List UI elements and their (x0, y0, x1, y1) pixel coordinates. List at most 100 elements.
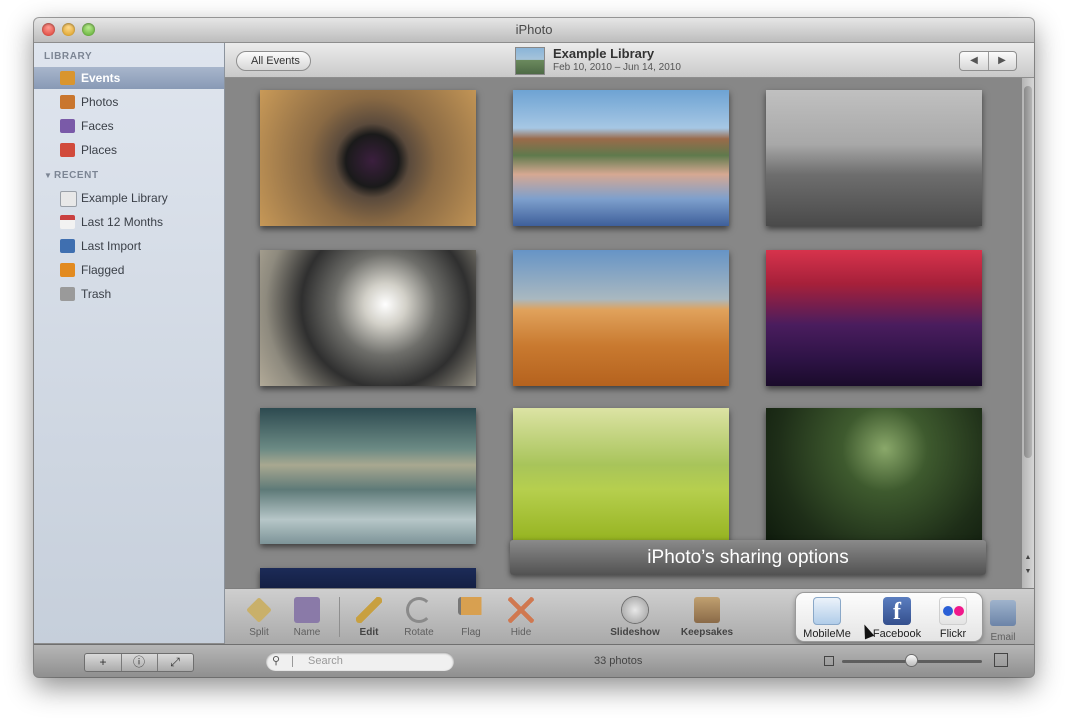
iphoto-window: iPhoto LIBRARY Events Photos Faces Place… (34, 18, 1034, 677)
scrollbar-thumb[interactable] (1024, 86, 1032, 458)
photo-thumbnail[interactable] (513, 250, 729, 386)
name-label: Name (293, 627, 321, 638)
zoom-large-icon (994, 653, 1008, 667)
info-button[interactable]: ⓘ (121, 654, 158, 671)
play-icon (622, 597, 648, 623)
sidebar: LIBRARY Events Photos Faces Places ▼ REC… (34, 43, 225, 643)
flickr-icon (939, 597, 967, 625)
fullscreen-button[interactable]: ⤢ (157, 654, 193, 671)
flickr-pink-dot (954, 606, 964, 616)
add-button[interactable]: + (85, 654, 122, 671)
hide-button[interactable]: Hide (497, 595, 545, 641)
source-actions-group: + ⓘ ⤢ (84, 653, 194, 672)
photo-thumbnail[interactable] (260, 408, 476, 544)
next-event-button[interactable]: ▶ (988, 52, 1016, 70)
email-button[interactable]: Email (986, 594, 1020, 643)
slideshow-label: Slideshow (610, 627, 660, 638)
flickr-blue-dot (943, 606, 953, 616)
search-placeholder: Search (308, 655, 343, 667)
sidebar-item-events[interactable]: Events (34, 67, 224, 89)
edit-label: Edit (359, 627, 379, 638)
sidebar-item-label: Last Import (81, 239, 142, 253)
photo-grid (225, 78, 1034, 588)
name-button[interactable]: Name (283, 595, 331, 641)
title-bar: iPhoto (34, 18, 1034, 43)
library-title: Example Library (553, 46, 655, 61)
split-button[interactable]: Split (235, 595, 283, 641)
events-icon (60, 71, 75, 85)
flag-button[interactable]: Flag (447, 595, 495, 641)
trash-icon (60, 287, 75, 301)
keepsakes-button[interactable]: Keepsakes (677, 595, 737, 641)
hide-icon (508, 597, 534, 623)
name-icon (294, 597, 320, 623)
zoom-small-icon (824, 656, 834, 666)
library-section-header: LIBRARY (44, 51, 93, 62)
mobileme-button[interactable]: MobileMe (798, 596, 856, 640)
rotate-button[interactable]: Rotate (395, 595, 443, 641)
flickr-label: Flickr (939, 628, 967, 640)
flickr-button[interactable]: Flickr (924, 596, 982, 640)
rotate-icon (406, 597, 432, 623)
recent-section-header: RECENT (54, 170, 99, 181)
flag-label: Flag (461, 627, 481, 638)
sidebar-item-label: Last 12 Months (81, 215, 164, 229)
rotate-label: Rotate (404, 627, 434, 638)
sidebar-item-label: Places (81, 143, 118, 157)
sidebar-item-flagged[interactable]: Flagged (34, 259, 224, 281)
email-label: Email (990, 632, 1016, 643)
photo-thumbnail[interactable] (513, 408, 729, 544)
slideshow-button[interactable]: Slideshow (605, 595, 665, 641)
sidebar-item-label: Events (81, 71, 121, 85)
scroll-up-icon[interactable]: ▲ (1022, 552, 1034, 564)
photo-thumbnail[interactable] (513, 90, 729, 226)
edit-button[interactable]: Edit (345, 595, 393, 641)
sidebar-item-photos[interactable]: Photos (34, 91, 224, 113)
split-label: Split (249, 627, 269, 638)
photo-thumbnail[interactable] (260, 250, 476, 386)
sidebar-item-label: Example Library (81, 191, 168, 205)
event-header: All Events Example Library Feb 10, 2010 … (225, 43, 1034, 78)
flag-icon (458, 597, 484, 615)
sharing-options-panel: MobileMe f Facebook Flickr (796, 593, 982, 641)
recent-disclosure-icon[interactable]: ▼ (44, 171, 52, 180)
email-icon (990, 600, 1016, 626)
photo-thumbnail[interactable] (766, 90, 982, 226)
sidebar-item-last-12-months[interactable]: Last 12 Months (34, 211, 224, 233)
sidebar-item-last-import[interactable]: Last Import (34, 235, 224, 257)
sidebar-item-places[interactable]: Places (34, 139, 224, 161)
photo-thumbnail[interactable] (260, 90, 476, 226)
photo-thumbnail[interactable] (766, 408, 982, 544)
photo-thumbnail[interactable] (260, 568, 476, 588)
library-date-range: Feb 10, 2010 – Jun 14, 2010 (553, 62, 681, 73)
places-icon (60, 143, 75, 157)
search-icon: ⚲ (272, 655, 281, 667)
previous-event-button[interactable]: ◀ (960, 52, 989, 70)
facebook-button[interactable]: f Facebook (868, 596, 926, 640)
search-field[interactable]: ⚲ Search (266, 652, 454, 671)
sidebar-item-label: Trash (81, 287, 112, 301)
sidebar-item-label: Flagged (81, 263, 125, 277)
pencil-icon (356, 597, 382, 623)
hide-label: Hide (510, 627, 532, 638)
photo-count: 33 photos (594, 655, 643, 667)
cloud-icon (813, 597, 841, 625)
event-nav-group: ◀ ▶ (959, 51, 1017, 71)
sidebar-item-faces[interactable]: Faces (34, 115, 224, 137)
sharing-options-caption: iPhoto’s sharing options (510, 540, 986, 575)
faces-icon (60, 119, 75, 133)
slider-knob[interactable] (906, 655, 917, 666)
photo-thumbnail[interactable] (766, 250, 982, 386)
sidebar-item-example-library[interactable]: Example Library (34, 187, 224, 209)
keepsakes-label: Keepsakes (680, 627, 734, 638)
sidebar-item-trash[interactable]: Trash (34, 283, 224, 305)
keepsakes-icon (694, 597, 720, 623)
bottom-status-bar: + ⓘ ⤢ ⚲ Search 33 photos (34, 644, 1034, 677)
sidebar-item-label: Photos (81, 95, 119, 109)
toolbar-divider (339, 597, 340, 637)
facebook-label: Facebook (872, 628, 922, 640)
vertical-scrollbar[interactable]: ▲ ▼ (1022, 78, 1034, 588)
all-events-button[interactable]: All Events (236, 51, 311, 71)
window-title: iPhoto (515, 22, 553, 37)
scroll-down-icon[interactable]: ▼ (1022, 566, 1034, 578)
